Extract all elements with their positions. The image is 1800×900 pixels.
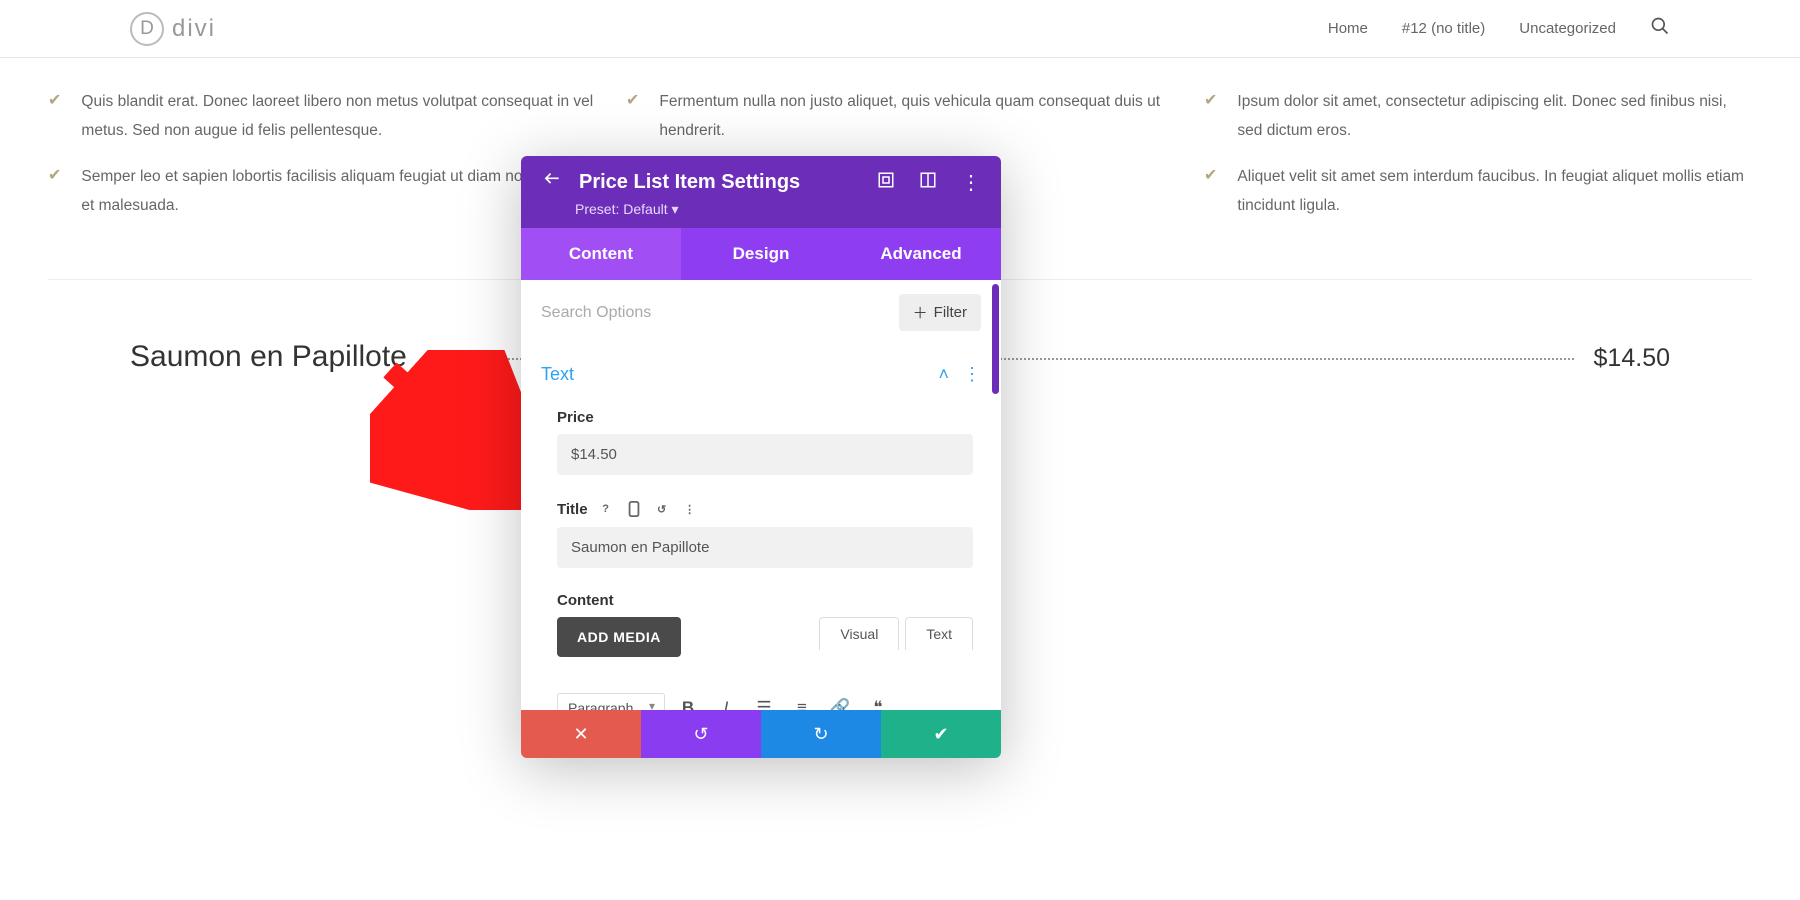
site-header: D divi Home #12 (no title) Uncategorized: [0, 0, 1800, 58]
reset-icon[interactable]: ↺: [652, 499, 672, 519]
feature-item: ✔ Semper leo et sapien lobortis facilisi…: [48, 163, 596, 220]
responsive-icon[interactable]: [624, 499, 644, 519]
nav-12-notitle[interactable]: #12 (no title): [1402, 20, 1485, 37]
search-options-input[interactable]: [541, 304, 899, 322]
feature-text: Fermentum nulla non justo aliquet, quis …: [659, 88, 1174, 145]
bold-icon[interactable]: B: [673, 693, 703, 710]
feature-text: Quis blandit erat. Donec laoreet libero …: [81, 88, 596, 145]
help-icon[interactable]: ?: [596, 499, 616, 519]
logo-text: divi: [172, 15, 216, 43]
check-icon: ✔: [48, 165, 61, 220]
check-icon: ✔: [933, 724, 948, 745]
link-icon[interactable]: 🔗: [825, 693, 855, 710]
italic-icon[interactable]: I: [711, 693, 741, 710]
bullet-list-icon[interactable]: ☰: [749, 693, 779, 710]
paragraph-select[interactable]: Paragraph: [557, 693, 665, 710]
field-more-icon[interactable]: ⋮: [680, 499, 700, 519]
annotation-arrow-icon: [370, 350, 530, 510]
feature-text: Ipsum dolor sit amet, consectetur adipis…: [1237, 88, 1752, 145]
group-more-icon[interactable]: ⋮: [963, 364, 981, 385]
tab-design[interactable]: Design: [681, 228, 841, 280]
group-text-header[interactable]: Text ˄ ⋮: [521, 346, 1001, 393]
modal-tabs: Content Design Advanced: [521, 228, 1001, 280]
feature-item: ✔ Ipsum dolor sit amet, consectetur adip…: [1204, 88, 1752, 145]
title-label: Title ? ↺ ⋮: [521, 483, 1001, 527]
site-logo: D divi: [130, 12, 216, 46]
quote-icon[interactable]: ❝: [863, 693, 893, 710]
plus-icon: ＋: [913, 302, 928, 323]
feature-item: ✔ Quis blandit erat. Donec laoreet liber…: [48, 88, 596, 145]
group-text-label: Text: [541, 364, 574, 385]
modal-header: Price List Item Settings ⋮ Preset: Defau…: [521, 156, 1001, 280]
title-input[interactable]: [557, 527, 973, 568]
filter-button[interactable]: ＋ Filter: [899, 294, 981, 331]
editor-tab-visual[interactable]: Visual: [819, 617, 899, 650]
item-title: Saumon en Papillote: [130, 340, 407, 374]
features-col-1: ✔ Quis blandit erat. Donec laoreet liber…: [48, 88, 596, 239]
modal-title: Price List Item Settings: [579, 171, 859, 194]
snap-icon[interactable]: [919, 171, 937, 194]
search-icon[interactable]: [1650, 16, 1670, 41]
tab-advanced[interactable]: Advanced: [841, 228, 1001, 280]
redo-button[interactable]: ↻: [761, 710, 881, 758]
editor-toolbar: Paragraph B I ☰ ≡ 🔗 ❝: [557, 683, 973, 710]
check-icon: ✔: [48, 90, 61, 145]
primary-nav: Home #12 (no title) Uncategorized: [1328, 16, 1670, 41]
features-col-3: ✔ Ipsum dolor sit amet, consectetur adip…: [1204, 88, 1752, 239]
tab-content[interactable]: Content: [521, 228, 681, 280]
editor-tab-text[interactable]: Text: [905, 617, 973, 650]
save-button[interactable]: ✔: [881, 710, 1001, 758]
numbered-list-icon[interactable]: ≡: [787, 693, 817, 710]
logo-icon: D: [130, 12, 164, 46]
title-label-text: Title: [557, 501, 588, 518]
undo-icon: ↺: [693, 724, 708, 745]
chevron-up-icon: ˄: [938, 364, 949, 385]
cancel-button[interactable]: ✕: [521, 710, 641, 758]
nav-uncategorized[interactable]: Uncategorized: [1519, 20, 1616, 37]
check-icon: ✔: [626, 90, 639, 145]
item-price: $14.50: [1594, 344, 1670, 373]
back-icon[interactable]: [541, 170, 561, 195]
price-input[interactable]: [557, 434, 973, 475]
modal-footer: ✕ ↺ ↻ ✔: [521, 710, 1001, 758]
settings-modal: Price List Item Settings ⋮ Preset: Defau…: [521, 156, 1001, 758]
more-icon[interactable]: ⋮: [961, 170, 981, 195]
content-label: Content: [521, 576, 1001, 617]
search-row: ＋ Filter: [521, 280, 1001, 346]
add-media-button[interactable]: ADD MEDIA: [557, 617, 681, 657]
feature-item: ✔ Aliquet velit sit amet sem interdum fa…: [1204, 163, 1752, 220]
check-icon: ✔: [1204, 165, 1217, 220]
feature-text: Aliquet velit sit amet sem interdum fauc…: [1237, 163, 1752, 220]
feature-item: ✔ Fermentum nulla non justo aliquet, qui…: [626, 88, 1174, 145]
close-icon: ✕: [573, 724, 588, 745]
filter-label: Filter: [934, 304, 967, 321]
feature-text: Semper leo et sapien lobortis facilisis …: [81, 163, 596, 220]
nav-home[interactable]: Home: [1328, 20, 1368, 37]
undo-button[interactable]: ↺: [641, 710, 761, 758]
scrollbar-thumb[interactable]: [992, 284, 999, 394]
modal-body: ＋ Filter Text ˄ ⋮ Price Title ? ↺ ⋮ Conte…: [521, 280, 1001, 710]
preset-selector[interactable]: Preset: Default ▾: [521, 201, 1001, 228]
price-label: Price: [521, 393, 1001, 434]
redo-icon: ↻: [813, 724, 828, 745]
check-icon: ✔: [1204, 90, 1217, 145]
expand-icon[interactable]: [877, 171, 895, 194]
